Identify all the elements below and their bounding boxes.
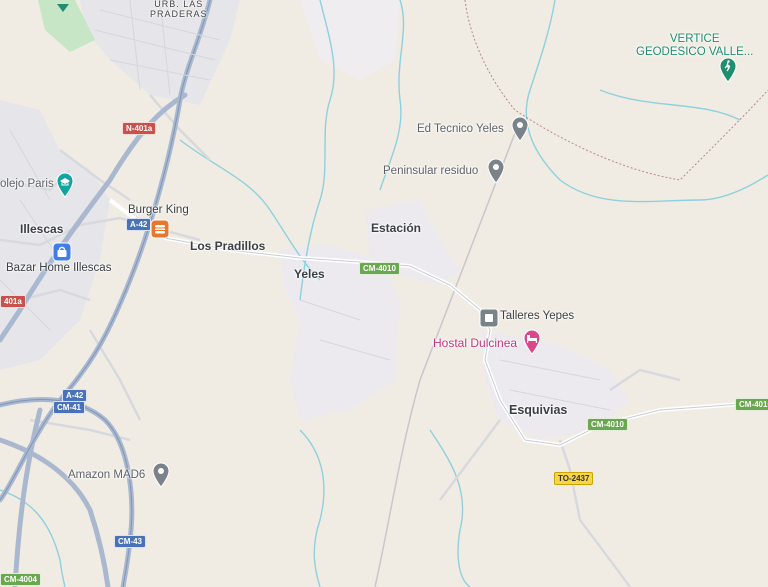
road-shield-to2437: TO-2437 — [554, 472, 594, 485]
label-illescas[interactable]: Illescas — [20, 222, 63, 236]
burger-restaurant-icon[interactable] — [150, 219, 170, 239]
map-view[interactable]: URB. LAS PRADERAS VERTICE GEODESICO VALL… — [0, 0, 768, 587]
regional-roads — [108, 198, 768, 448]
road-shield-cm4010-esquivias: CM-4010 — [587, 418, 628, 431]
school-pin-icon[interactable] — [55, 172, 75, 198]
label-estacion[interactable]: Estación — [371, 221, 421, 235]
road-shield-cm41: CM-41 — [53, 401, 86, 414]
park-pin-icon[interactable] — [54, 0, 72, 12]
label-amazon-mad6[interactable]: Amazon MAD6 — [68, 469, 145, 481]
boundary-line — [464, 0, 768, 181]
label-ed-tecnico-yeles[interactable]: Ed Tecnico Yeles — [417, 123, 504, 135]
label-peninsular-residuo[interactable]: Peninsular residuo — [383, 165, 478, 177]
road-shield-cm4010-east: CM-4010 — [735, 398, 768, 411]
label-bazar-home-illescas[interactable]: Bazar Home Illescas — [6, 262, 111, 274]
workshop-square-icon[interactable] — [479, 308, 499, 328]
label-talleres-yepes[interactable]: Talleres Yepes — [500, 310, 574, 322]
road-shield-n401a: N-401a — [122, 122, 157, 135]
hiking-pin-icon[interactable] — [718, 57, 738, 83]
location-pin-icon[interactable] — [151, 462, 171, 488]
road-shield-n401a-left: 401a — [0, 295, 26, 308]
label-esquivias[interactable]: Esquivias — [509, 403, 567, 417]
shopping-bag-icon[interactable] — [51, 241, 73, 263]
label-los-pradillos[interactable]: Los Pradillos — [190, 239, 265, 253]
label-vertice-geodesico[interactable]: VERTICE GEODESICO VALLE... — [636, 33, 753, 59]
map-base — [0, 0, 768, 587]
label-colegio-paris[interactable]: olejo Paris — [0, 178, 54, 190]
urban-area-top — [300, 0, 400, 80]
hotel-bed-pin-icon[interactable] — [522, 329, 542, 355]
label-urb-las-praderas: URB. LAS PRADERAS — [150, 0, 208, 19]
label-burger-king[interactable]: Burger King — [128, 204, 189, 216]
label-hostal-dulcinea[interactable]: Hostal Dulcinea — [433, 336, 517, 350]
road-shield-cm4004: CM-4004 — [0, 573, 41, 586]
road-shield-cm43: CM-43 — [114, 535, 147, 548]
location-pin-icon[interactable] — [510, 116, 530, 142]
location-pin-icon[interactable] — [486, 158, 506, 184]
road-shield-cm4010: CM-4010 — [359, 262, 400, 275]
road-shield-a42: A-42 — [126, 218, 152, 231]
label-yeles[interactable]: Yeles — [294, 267, 325, 281]
